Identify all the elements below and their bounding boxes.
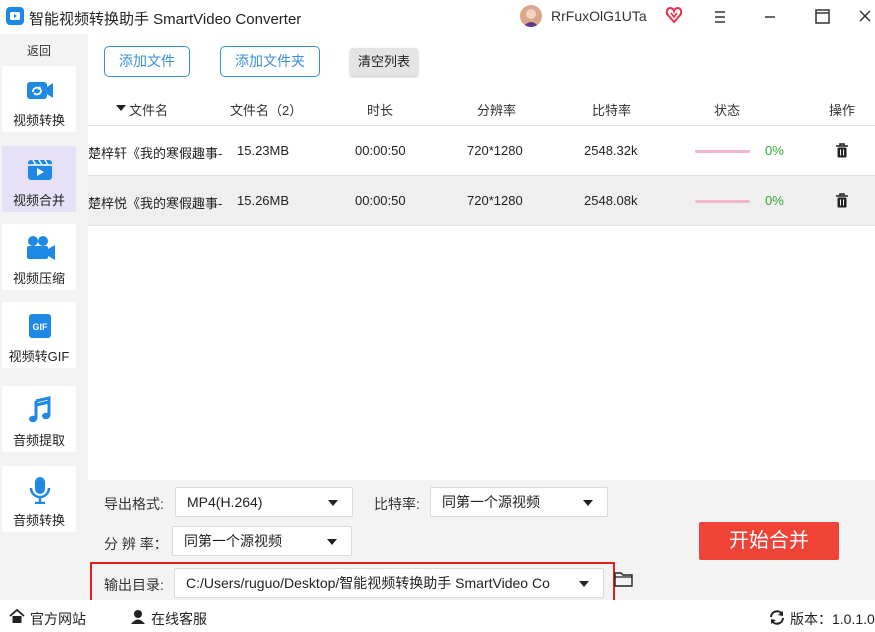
microphone-icon [29,477,51,504]
sidebar-item-video-merge[interactable]: 视频合并 [2,146,76,212]
column-header-actions: 操作 [829,103,856,118]
sidebar-item-label: 视频转换 [12,113,65,128]
sidebar-item-video-convert[interactable]: 视频转换 [2,66,76,132]
avatar[interactable] [520,5,542,27]
user-name[interactable]: RrFuxOlG1UTa [551,8,647,24]
gif-icon: GIF [29,314,51,338]
file-size: 15.26MB [237,193,290,208]
chevron-down-icon [579,581,589,587]
column-header-filename-2[interactable]: 文件名（2） [230,100,302,119]
progress-percent: 0% [765,143,784,158]
sidebar-item-video-compress[interactable]: 视频压缩 [2,224,76,290]
duration: 00:00:50 [355,143,406,158]
home-icon [9,609,25,623]
video-compress-icon [27,236,55,260]
sidebar-item-label: 视频压缩 [12,271,65,286]
close-icon[interactable] [856,6,875,28]
back-button[interactable]: 返回 [0,42,78,59]
column-header-filename[interactable]: 文件名 [129,100,168,119]
maximize-icon[interactable] [810,6,834,28]
resolution-label: 分 辨 率： [104,536,168,552]
chevron-down-icon [328,500,338,506]
table-row[interactable]: 楚梓轩《我的寒假趣事- 15.23MB 00:00:50 720*1280 25… [88,126,875,176]
format-label: 导出格式: [104,496,164,512]
bitrate-select[interactable]: 同第一个源视频 [430,487,608,517]
column-header-bitrate[interactable]: 比特率 [592,100,631,119]
duration: 00:00:50 [355,193,406,208]
sidebar-item-audio-extract[interactable]: 音频提取 [2,386,76,452]
sidebar-item-gif[interactable]: GIF 视频转GIF [2,302,76,368]
progress-bar [695,150,750,153]
output-label: 输出目录: [104,577,164,593]
clear-list-button[interactable]: 清空列表 [350,48,418,76]
output-path: C:/Users/ruguo/Desktop/智能视频转换助手 SmartVid… [186,575,550,591]
resolution-value: 同第一个源视频 [184,533,282,549]
output-directory-select[interactable]: C:/Users/ruguo/Desktop/智能视频转换助手 SmartVid… [174,568,604,598]
customer-service-icon [131,610,145,624]
file-size: 15.23MB [237,143,290,158]
trash-icon[interactable] [835,143,849,158]
bitrate-value: 同第一个源视频 [442,494,540,510]
music-note-icon [29,396,51,423]
file-name: 楚梓轩《我的寒假趣事- [88,146,223,161]
bitrate-label: 比特率: [374,496,420,512]
menu-icon[interactable] [708,6,732,28]
minimize-icon[interactable] [758,6,782,28]
start-merge-button[interactable]: 开始合并 [699,522,839,560]
sidebar: 返回 视频转换 视频合并 视频压缩 GIF 视频转GIF 音频提取 音频转换 [0,34,88,600]
version-label: 版本：1.0.1.0 [790,611,875,627]
sidebar-item-label: 视频合并 [12,193,65,208]
refresh-icon[interactable] [769,610,785,625]
file-name: 楚梓悦《我的寒假趣事- [88,196,223,211]
progress-percent: 0% [765,193,784,208]
format-value: MP4(H.264) [187,494,263,510]
online-support-link[interactable]: 在线客服 [151,609,207,629]
bitrate: 2548.08k [584,193,638,208]
trash-icon[interactable] [835,193,849,208]
bitrate: 2548.32k [584,143,638,158]
sort-desc-icon[interactable] [116,105,126,112]
column-header-resolution[interactable]: 分辨率 [477,100,516,119]
title-bar: 智能视频转换助手 SmartVideo Converter RrFuxOlG1U… [0,0,875,34]
table-header: 文件名 文件名（2） 时长 分辨率 比特率 状态 操作 [88,90,875,126]
chevron-down-icon [583,500,593,506]
folder-icon[interactable] [614,571,634,587]
resolution: 720*1280 [467,143,523,158]
format-select[interactable]: MP4(H.264) [175,487,353,517]
chevron-down-icon [327,539,337,545]
progress-bar [695,200,750,203]
app-logo-icon [6,7,24,25]
table-row[interactable]: 楚梓悦《我的寒假趣事- 15.26MB 00:00:50 720*1280 25… [88,176,875,226]
resolution: 720*1280 [467,193,523,208]
video-convert-icon [27,82,53,99]
sidebar-item-audio-convert[interactable]: 音频转换 [2,466,76,532]
official-website-link[interactable]: 官方网站 [30,609,86,629]
column-header-status: 状态 [714,103,741,118]
resolution-select[interactable]: 同第一个源视频 [172,526,352,556]
svg-text:GIF: GIF [33,322,49,332]
video-merge-icon [28,159,52,180]
vip-heart-icon[interactable] [665,6,683,27]
app-title: 智能视频转换助手 SmartVideo Converter [29,11,302,28]
sidebar-item-label: 音频提取 [12,433,65,448]
add-file-button[interactable]: 添加文件 [104,46,190,77]
column-header-duration[interactable]: 时长 [367,100,393,119]
main-panel: 添加文件 添加文件夹 清空列表 文件名 文件名（2） 时长 分辨率 比特率 状态… [88,34,875,603]
add-folder-button[interactable]: 添加文件夹 [220,46,320,77]
footer: 官方网站 在线客服 版本：1.0.1.0 [0,600,875,632]
sidebar-item-label: 视频转GIF [8,349,70,364]
sidebar-item-label: 音频转换 [12,513,65,528]
